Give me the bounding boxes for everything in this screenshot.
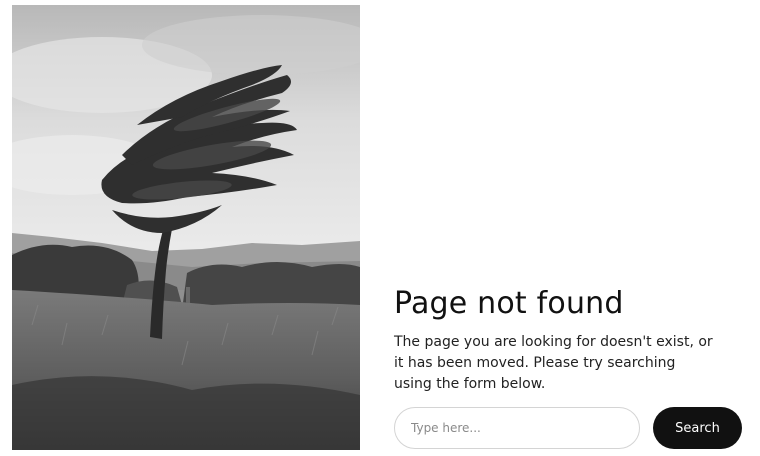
search-form: Search bbox=[394, 407, 744, 451]
windswept-tree-photo bbox=[12, 5, 360, 450]
search-button[interactable]: Search bbox=[653, 407, 742, 449]
search-input[interactable] bbox=[394, 407, 640, 449]
not-found-page: Page not found The page you are looking … bbox=[0, 0, 760, 456]
photo-illustration bbox=[12, 5, 360, 450]
page-title: Page not found bbox=[394, 286, 624, 321]
not-found-message: The page you are looking for doesn't exi… bbox=[394, 334, 713, 392]
not-found-content: Page not found The page you are looking … bbox=[394, 284, 744, 395]
